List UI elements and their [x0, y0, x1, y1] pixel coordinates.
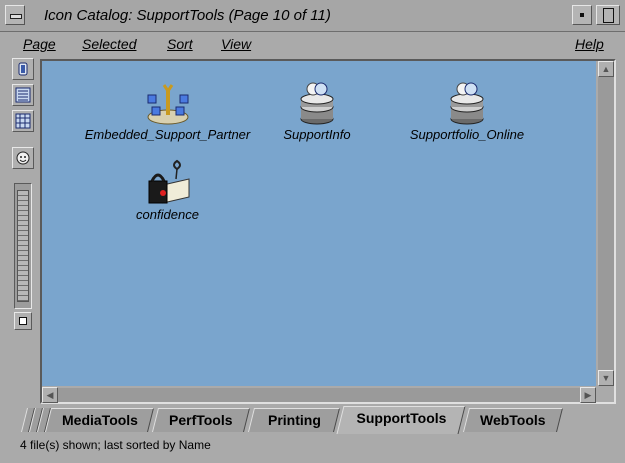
- scroll-right-icon[interactable]: ▶: [580, 387, 596, 403]
- large-icon-view-button[interactable]: [12, 58, 34, 80]
- catalog-item-confidence[interactable]: confidence: [120, 157, 215, 222]
- catalog-item-label: Embedded_Support_Partner: [84, 127, 251, 142]
- window-title: Icon Catalog: SupportTools (Page 10 of 1…: [44, 7, 331, 24]
- catalog-item-embedded-support-partner[interactable]: Embedded_Support_Partner: [75, 81, 260, 142]
- list-view-icon: [15, 87, 31, 103]
- supportfolio-online-icon: [450, 82, 484, 125]
- menu-help[interactable]: Help: [575, 36, 604, 52]
- list-view-button[interactable]: [12, 84, 34, 106]
- slider-reset-button[interactable]: [14, 312, 32, 330]
- icon-size-slider[interactable]: [14, 183, 32, 309]
- horizontal-scrollbar[interactable]: ◀ ▶: [42, 387, 596, 403]
- icon-size-slider-thumb[interactable]: [17, 190, 29, 302]
- tab-webtools[interactable]: WebTools: [463, 408, 563, 432]
- scroll-down-icon[interactable]: ▼: [598, 370, 614, 386]
- page-tabs: MediaTools PerfTools Printing SupportToo…: [0, 406, 625, 434]
- menu-bar: Page Selected Sort View Help: [0, 32, 625, 56]
- embedded-support-partner-icon: [147, 84, 188, 125]
- status-text: 4 file(s) shown; last sorted by Name: [20, 438, 211, 452]
- menu-selected[interactable]: Selected: [82, 36, 136, 52]
- vertical-scrollbar[interactable]: ▲ ▼: [598, 61, 614, 386]
- catalog-item-label: confidence: [136, 207, 199, 222]
- supportinfo-icon: [300, 82, 334, 125]
- scroll-up-icon[interactable]: ▲: [598, 61, 614, 77]
- tab-printing[interactable]: Printing: [248, 408, 340, 432]
- catalog-item-label: Supportfolio_Online: [409, 127, 525, 142]
- minimize-button[interactable]: [572, 5, 592, 25]
- maximize-button[interactable]: [596, 5, 620, 25]
- large-icon-view-icon: [18, 62, 28, 76]
- menu-view[interactable]: View: [221, 36, 251, 52]
- tab-mediatools[interactable]: MediaTools: [45, 408, 154, 432]
- scroll-corner: [598, 388, 614, 402]
- tab-supporttools[interactable]: SupportTools: [336, 406, 466, 434]
- face-icon: [16, 151, 30, 165]
- window-menu-button[interactable]: [5, 5, 25, 25]
- face-button[interactable]: [12, 147, 34, 169]
- catalog-item-supportinfo[interactable]: SupportInfo: [257, 81, 377, 142]
- tab-perftools[interactable]: PerfTools: [152, 408, 250, 432]
- catalog-item-supportfolio-online[interactable]: Supportfolio_Online: [397, 81, 537, 142]
- confidence-icon: [148, 159, 189, 204]
- title-bar: Icon Catalog: SupportTools (Page 10 of 1…: [0, 0, 625, 32]
- menu-page[interactable]: Page: [23, 36, 56, 52]
- catalog-frame: Embedded_Support_Partner SupportInfo Sup…: [40, 59, 616, 404]
- column-view-button[interactable]: [12, 110, 34, 132]
- scroll-left-icon[interactable]: ◀: [42, 387, 58, 403]
- catalog-item-label: SupportInfo: [283, 127, 351, 142]
- menu-sort[interactable]: Sort: [167, 36, 193, 52]
- catalog-canvas[interactable]: Embedded_Support_Partner SupportInfo Sup…: [42, 61, 596, 386]
- column-view-icon: [15, 113, 31, 129]
